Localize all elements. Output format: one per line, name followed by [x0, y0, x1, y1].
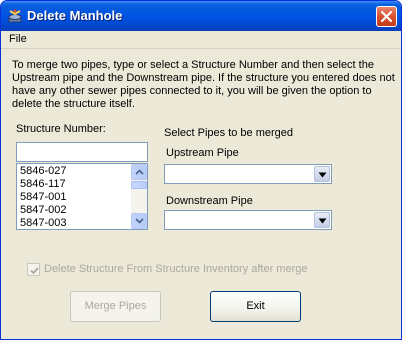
instructions-text: To merge two pipes, type or select a Str… [12, 59, 395, 110]
select-pipes-label: Select Pipes to be merged [164, 127, 294, 139]
downstream-pipe-label: Downstream Pipe [166, 195, 253, 207]
chevron-up-icon [135, 169, 144, 175]
menu-file[interactable]: File [9, 33, 27, 45]
exit-label: Exit [246, 300, 265, 312]
chevron-down-icon [135, 218, 144, 224]
chevron-down-icon [318, 218, 327, 224]
title-bar[interactable]: Delete Manhole [1, 1, 401, 31]
scroll-down-button[interactable] [131, 213, 147, 229]
structure-list-item[interactable]: 5847-001 [19, 191, 131, 204]
exit-button[interactable]: Exit [210, 291, 301, 322]
manhole-app-icon [7, 8, 23, 24]
scroll-up-button[interactable] [131, 164, 147, 180]
merge-pipes-button[interactable]: Merge Pipes [70, 291, 161, 322]
downstream-dropdown-button[interactable] [314, 212, 330, 228]
structure-number-label: Structure Number: [16, 123, 106, 135]
upstream-dropdown-button[interactable] [314, 166, 330, 182]
structure-list-item[interactable]: 5847-002 [19, 204, 131, 217]
structure-list-item[interactable]: 5847-003 [19, 217, 131, 230]
delete-manhole-window: Delete Manhole File To merge two pipes, … [0, 0, 402, 340]
structure-list-item[interactable]: 5846-027 [19, 165, 131, 178]
checkmark-icon [30, 267, 39, 275]
menu-bar: File [1, 31, 401, 49]
merge-pipes-label: Merge Pipes [84, 300, 147, 312]
structure-list-items: 5846-027 5846-117 5847-001 5847-002 5847-003 [19, 165, 131, 230]
close-icon [381, 11, 392, 22]
window-title: Delete Manhole [27, 8, 123, 23]
delete-structure-label: Delete Structure From Structure Inventor… [44, 263, 308, 275]
downstream-pipe-select[interactable] [164, 210, 332, 230]
chevron-down-icon [318, 172, 327, 178]
structure-list[interactable]: 5846-027 5846-117 5847-001 5847-002 5847-003 [16, 163, 148, 230]
scroll-thumb[interactable] [131, 181, 147, 189]
upstream-pipe-label: Upstream Pipe [166, 147, 239, 159]
upstream-pipe-select[interactable] [164, 164, 332, 184]
structure-list-item[interactable]: 5846-117 [19, 178, 131, 191]
structure-list-scrollbar[interactable] [131, 164, 147, 229]
structure-number-input[interactable] [16, 142, 148, 162]
close-button[interactable] [376, 6, 397, 27]
delete-structure-checkbox [27, 263, 40, 276]
